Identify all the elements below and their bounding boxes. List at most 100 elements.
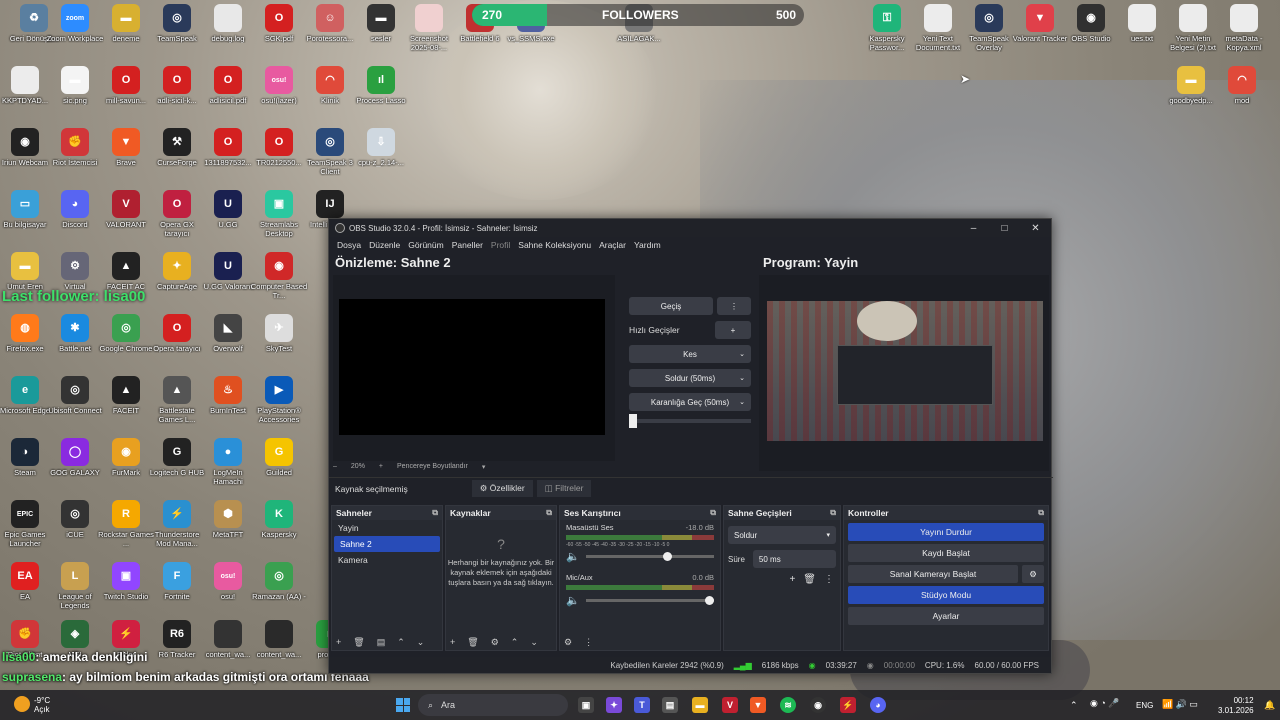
virtual-camera-gear-icon[interactable]: ⚙ xyxy=(1022,565,1044,583)
network-volume-battery-icons[interactable]: 📶 🔊 ▭ xyxy=(1162,699,1198,710)
desktop-icon[interactable]: Omill-savun... xyxy=(97,66,155,105)
desktop-icon[interactable]: ◎ TeamSpeak 3 Client xyxy=(301,128,359,176)
dock-float-icon[interactable]: ⧉ xyxy=(546,508,552,518)
desktop-icon[interactable]: O Opera GX tarayıcı xyxy=(148,190,206,238)
desktop-icon[interactable]: ⚡ Thunderstore Mod Mana... xyxy=(148,500,206,548)
minimize-button[interactable]: – xyxy=(958,223,989,234)
start-recording-button[interactable]: Kaydı Başlat xyxy=(848,544,1044,562)
scene-item-selected[interactable]: Sahne 2 xyxy=(334,536,440,552)
app-icon[interactable]: ⚡ xyxy=(840,697,856,713)
start-virtual-camera-button[interactable]: Sanal Kamerayı Başlat xyxy=(848,565,1018,583)
desktop-icon[interactable]: ▲ Battlestate Games L... xyxy=(148,376,206,424)
transition-menu-icon[interactable]: ⋮ xyxy=(717,297,751,315)
desktop-icon[interactable]: Oadlisicil.pdf xyxy=(199,66,257,105)
clock[interactable]: 00:12 3.01.2026 xyxy=(1218,696,1254,716)
desktop-icon[interactable]: ⚙ Virtual xyxy=(46,252,104,291)
dock-float-icon[interactable]: ⧉ xyxy=(1038,508,1044,518)
mixer-settings-icon[interactable]: ⚙ xyxy=(564,637,572,648)
menu-scene-collection[interactable]: Sahne Koleksiyonu xyxy=(518,240,591,250)
dock-float-icon[interactable]: ⧉ xyxy=(830,508,836,518)
tray-chevron-icon[interactable]: ⌃ xyxy=(1070,700,1078,711)
desktop-icon[interactable]: K Kaspersky xyxy=(250,500,308,539)
desktop-icon[interactable]: ◉ Computer Based Tr... xyxy=(250,252,308,300)
teams-icon[interactable]: T xyxy=(634,697,650,713)
desktop-icon[interactable]: ◎ TeamSpeak xyxy=(148,4,206,43)
taskbar-search[interactable]: ⌕ Ara xyxy=(418,694,568,716)
discord-icon[interactable]: ◕ xyxy=(870,697,886,713)
desktop-icon[interactable]: ▲ FACEIT xyxy=(97,376,155,415)
menu-file[interactable]: Dosya xyxy=(337,240,361,250)
desktop-icon[interactable]: ● LogMeIn Hamachi xyxy=(199,438,257,486)
desktop-icon[interactable]: ◕ Discord xyxy=(46,190,104,229)
zoom-dropdown-icon[interactable]: ▾ xyxy=(482,463,486,471)
windows-start-icon[interactable] xyxy=(396,698,410,712)
desktop-icon[interactable]: debug.log xyxy=(199,4,257,43)
fit-to-window[interactable]: Pencereye Boyutlandır xyxy=(397,463,468,471)
menu-view[interactable]: Görünüm xyxy=(408,240,443,250)
language-indicator[interactable]: ENG xyxy=(1136,701,1153,710)
desktop-icon[interactable]: ◣ Overwolf xyxy=(199,314,257,353)
quick-transition-fade-black[interactable]: Karanlığa Geç (50ms) ⌄ xyxy=(629,393,751,411)
up-icon[interactable]: ⌃ xyxy=(511,637,519,648)
desktop-icon[interactable]: O 1311897532... xyxy=(199,128,257,167)
studio-mode-button[interactable]: Stüdyo Modu xyxy=(848,586,1044,604)
menu-icon[interactable]: ⋮ xyxy=(824,574,834,585)
desktop-icon[interactable]: ♨ BurnInTest xyxy=(199,376,257,415)
desktop-icon[interactable]: Oadli-sicil-k... xyxy=(148,66,206,105)
desktop-icon[interactable]: ▬ deneme xyxy=(97,4,155,43)
dock-float-icon[interactable]: ⧉ xyxy=(432,508,438,518)
desktop-icon[interactable]: osu! osu!(lazer) xyxy=(250,66,308,105)
desktop-icon[interactable]: U U.GG Valorant xyxy=(199,252,257,291)
desktop-icon[interactable]: ⚿ Kaspersky Passwor... xyxy=(858,4,916,52)
brave-icon[interactable]: ▼ xyxy=(750,697,766,713)
desktop-icon[interactable]: ✊ Riot İstemcisi xyxy=(46,128,104,167)
desktop-icon[interactable]: ▼ Brave xyxy=(97,128,155,167)
desktop-icon[interactable]: metaData - Kopya.xml xyxy=(1215,4,1273,52)
desktop-icon[interactable]: ▼ Valorant Tracker xyxy=(1011,4,1069,43)
desktop-icon[interactable]: G Guilded xyxy=(250,438,308,477)
desktop-icon[interactable]: Screenshot 2025-08-... xyxy=(400,4,458,52)
desktop-icon[interactable]: content_wa... xyxy=(199,620,257,659)
quick-transition-cut[interactable]: Kes ⌄ xyxy=(629,345,751,363)
zoom-out-button[interactable]: – xyxy=(333,463,337,471)
desktop-icon[interactable]: ◠ Klinik xyxy=(301,66,359,105)
desktop-icon[interactable]: ▬ sic.png xyxy=(46,66,104,105)
copilot-icon[interactable]: ✦ xyxy=(606,697,622,713)
add-icon[interactable]: + xyxy=(336,637,341,648)
desktop-icon[interactable]: ☺ Porotessora... xyxy=(301,4,359,43)
desktop-icon[interactable]: ⬢ MetaTFT xyxy=(199,500,257,539)
desktop-icon[interactable]: ✱ Battle.net xyxy=(46,314,104,353)
properties-button[interactable]: ⚙ Özellikler xyxy=(471,480,533,497)
desktop-icon[interactable]: O Opera tarayıcı xyxy=(148,314,206,353)
volume-slider[interactable] xyxy=(585,552,714,561)
transition-select[interactable]: Soldur ▾ xyxy=(728,526,836,544)
task-view-icon[interactable]: ▣ xyxy=(578,697,594,713)
up-icon[interactable]: ⌃ xyxy=(397,637,405,648)
menu-tools[interactable]: Araçlar xyxy=(599,240,626,250)
desktop-icon[interactable]: ▲ FACEIT AC xyxy=(97,252,155,291)
desktop-icon[interactable]: ◉ FurMark xyxy=(97,438,155,477)
settings-button[interactable]: Ayarlar xyxy=(848,607,1044,625)
desktop-icon[interactable]: ◠ mod xyxy=(1213,66,1271,105)
desktop-icon[interactable]: ▣ Streamlabs Desktop xyxy=(250,190,308,238)
mixer-menu-icon[interactable]: ⋮ xyxy=(584,637,593,648)
weather-icon[interactable] xyxy=(14,696,30,712)
desktop-icon[interactable]: ⇩ cpu-z_2.14-... xyxy=(352,128,410,167)
desktop-icon[interactable]: Yeni Metin Belgesi (2).txt xyxy=(1164,4,1222,52)
trash-icon[interactable]: 🗑 xyxy=(467,637,478,648)
desktop-icon[interactable]: ✦ CaptureAge xyxy=(148,252,206,291)
dock-float-icon[interactable]: ⧉ xyxy=(710,508,716,518)
duration-input[interactable]: 50 ms xyxy=(752,550,836,568)
obs-taskbar-icon[interactable]: ◉ xyxy=(810,697,826,713)
desktop-icon[interactable]: ▶ PlayStation® Accessories xyxy=(250,376,308,424)
tray-icon-group[interactable]: ◉ ◔ 🎤 xyxy=(1090,698,1120,709)
zoom-in-button[interactable]: + xyxy=(379,463,383,471)
scene-item[interactable]: Kamera xyxy=(332,552,442,568)
menu-profile[interactable]: Profil xyxy=(491,240,510,250)
weather-widget[interactable]: -9°C Açık xyxy=(34,696,50,714)
desktop-icon[interactable]: ✈ SkyTest xyxy=(250,314,308,353)
valorant-icon[interactable]: V xyxy=(722,697,738,713)
menu-edit[interactable]: Düzenle xyxy=(369,240,400,250)
desktop-icon[interactable]: U U.GG xyxy=(199,190,257,229)
volume-slider[interactable] xyxy=(585,596,714,605)
